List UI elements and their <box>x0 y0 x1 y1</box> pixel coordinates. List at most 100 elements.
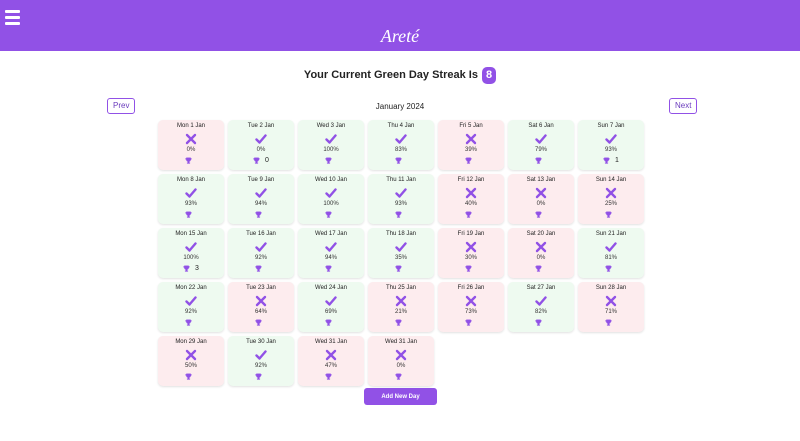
day-card[interactable]: Wed 31 Jan 0% <box>368 336 434 386</box>
day-card[interactable]: Wed 24 Jan 69% <box>298 282 364 332</box>
day-card[interactable]: Sat 27 Jan 82% <box>508 282 574 332</box>
cross-icon <box>255 295 267 307</box>
day-percentage: 0% <box>396 363 406 369</box>
day-percentage: 100% <box>183 255 199 261</box>
day-card[interactable]: Tue 30 Jan 92% <box>228 336 294 386</box>
day-date: Tue 23 Jan <box>246 285 276 291</box>
day-card[interactable]: Fri 19 Jan 30% <box>438 228 504 278</box>
day-percentage: 47% <box>324 363 337 369</box>
day-card[interactable]: Wed 17 Jan 94% <box>298 228 364 278</box>
day-card[interactable]: Sun 21 Jan 81% <box>578 228 644 278</box>
day-date: Wed 31 Jan <box>315 339 347 345</box>
menu-icon[interactable] <box>5 10 20 25</box>
cross-icon <box>465 241 477 253</box>
day-percentage: 69% <box>324 309 337 315</box>
check-icon <box>325 242 337 252</box>
trophy-row <box>605 210 617 218</box>
day-percentage: 81% <box>604 255 617 261</box>
day-date: Sun 21 Jan <box>595 231 627 237</box>
trophy-icon <box>255 211 262 218</box>
trophy-icon <box>605 265 612 272</box>
check-icon <box>255 134 267 144</box>
trophy-icon <box>185 211 192 218</box>
day-date: Tue 16 Jan <box>246 231 276 237</box>
day-percentage: 73% <box>464 309 477 315</box>
day-card[interactable]: Fri 5 Jan 39% <box>438 120 504 170</box>
day-card[interactable]: Sat 20 Jan 0% <box>508 228 574 278</box>
day-date: Sat 6 Jan <box>528 123 554 129</box>
trophy-row <box>535 156 547 164</box>
day-card[interactable]: Tue 23 Jan 64% <box>228 282 294 332</box>
day-card[interactable]: Wed 3 Jan 100% <box>298 120 364 170</box>
day-date: Thu 18 Jan <box>385 231 417 237</box>
trophy-icon <box>605 319 612 326</box>
day-card[interactable]: Fri 12 Jan 40% <box>438 174 504 224</box>
check-icon <box>605 242 617 252</box>
day-card[interactable]: Thu 11 Jan 93% <box>368 174 434 224</box>
trophy-row <box>535 210 547 218</box>
day-card[interactable]: Mon 22 Jan 92% <box>158 282 224 332</box>
trophy-row <box>325 372 337 380</box>
trophy-icon <box>465 265 472 272</box>
day-percentage: 92% <box>254 363 267 369</box>
day-date: Sat 20 Jan <box>526 231 556 237</box>
day-percentage: 93% <box>604 147 617 153</box>
trophy-icon <box>535 157 542 164</box>
day-date: Mon 22 Jan <box>175 285 207 291</box>
check-icon <box>185 188 197 198</box>
streak-row: Your Current Green Day Streak Is 8 <box>0 66 800 84</box>
app-title: Areté <box>380 26 420 46</box>
day-card[interactable]: Tue 9 Jan 94% <box>228 174 294 224</box>
day-date: Mon 1 Jan <box>176 123 206 129</box>
day-percentage: 0% <box>536 255 546 261</box>
add-new-day-button[interactable]: Add New Day <box>364 388 437 405</box>
day-date: Wed 24 Jan <box>315 285 347 291</box>
day-percentage: 0% <box>536 201 546 207</box>
trophy-row: 3 <box>183 264 199 272</box>
day-percentage: 92% <box>254 255 267 261</box>
day-card[interactable]: Fri 26 Jan 73% <box>438 282 504 332</box>
day-card[interactable]: Mon 29 Jan 50% <box>158 336 224 386</box>
day-percentage: 30% <box>464 255 477 261</box>
trophy-icon <box>255 373 262 380</box>
day-date: Sun 28 Jan <box>595 285 627 291</box>
day-percentage: 79% <box>534 147 547 153</box>
trophy-row <box>185 210 197 218</box>
trophy-icon <box>465 319 472 326</box>
trophy-row: 0 <box>253 156 269 164</box>
trophy-icon <box>465 157 472 164</box>
trophy-row <box>255 318 267 326</box>
check-icon <box>255 188 267 198</box>
day-card[interactable]: Thu 25 Jan 21% <box>368 282 434 332</box>
next-button[interactable]: Next <box>669 98 698 114</box>
trophy-row <box>325 156 337 164</box>
day-card[interactable]: Sat 13 Jan 0% <box>508 174 574 224</box>
day-card[interactable]: Mon 8 Jan 93% <box>158 174 224 224</box>
day-card[interactable]: Tue 2 Jan 0% 0 <box>228 120 294 170</box>
day-date: Fri 12 Jan <box>457 177 485 183</box>
day-card[interactable]: Sun 14 Jan 25% <box>578 174 644 224</box>
trophy-row <box>395 264 407 272</box>
calendar-grid: Mon 1 Jan 0% Tue 2 Jan 0% 0 Wed 3 Jan 100% Thu … <box>158 120 644 386</box>
day-card[interactable]: Mon 15 Jan 100% 3 <box>158 228 224 278</box>
cross-icon <box>185 133 197 145</box>
trophy-row <box>535 264 547 272</box>
cross-icon <box>395 349 407 361</box>
top-bar: Areté <box>0 0 800 51</box>
day-date: Fri 26 Jan <box>457 285 485 291</box>
day-card[interactable]: Thu 4 Jan 83% <box>368 120 434 170</box>
trophy-row <box>395 372 407 380</box>
day-card[interactable]: Sat 6 Jan 79% <box>508 120 574 170</box>
cross-icon <box>535 187 547 199</box>
day-card[interactable]: Sun 7 Jan 93% 1 <box>578 120 644 170</box>
day-card[interactable]: Tue 16 Jan 92% <box>228 228 294 278</box>
day-card[interactable]: Sun 28 Jan 71% <box>578 282 644 332</box>
trophy-row <box>185 372 197 380</box>
trophy-row <box>325 210 337 218</box>
day-percentage: 94% <box>324 255 337 261</box>
day-date: Sat 27 Jan <box>526 285 556 291</box>
day-card[interactable]: Wed 10 Jan 100% <box>298 174 364 224</box>
day-card[interactable]: Mon 1 Jan 0% <box>158 120 224 170</box>
day-card[interactable]: Thu 18 Jan 35% <box>368 228 434 278</box>
day-card[interactable]: Wed 31 Jan 47% <box>298 336 364 386</box>
